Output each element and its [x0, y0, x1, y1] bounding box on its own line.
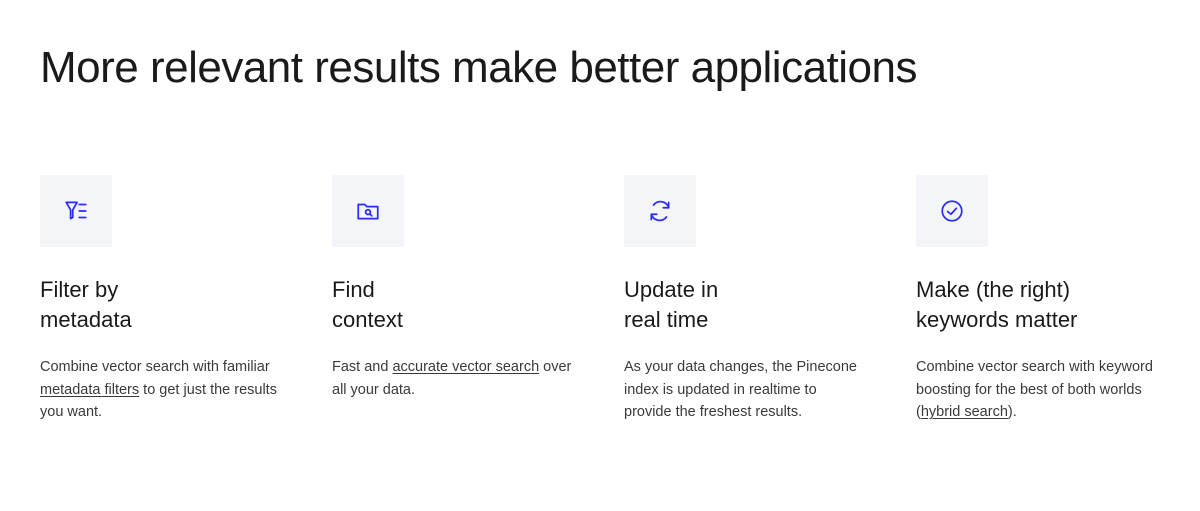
feature-find-context: Find context Fast and accurate vector se… [332, 175, 576, 424]
feature-description: Combine vector search with keyword boost… [916, 356, 1160, 423]
feature-title: Make (the right) keywords matter [916, 275, 1160, 334]
inline-link[interactable]: accurate vector search [392, 359, 539, 375]
feature-keywords-matter: Make (the right) keywords matter Combine… [916, 175, 1160, 424]
section-heading: More relevant results make better applic… [40, 40, 1160, 95]
feature-description: As your data changes, the Pinecone index… [624, 356, 868, 423]
feature-title: Find context [332, 275, 576, 334]
feature-filter-metadata: Filter by metadata Combine vector search… [40, 175, 284, 424]
inline-link[interactable]: hybrid search [921, 404, 1008, 420]
feature-update-realtime: Update in real time As your data changes… [624, 175, 868, 424]
feature-description: Combine vector search with familiar meta… [40, 356, 284, 423]
feature-title: Update in real time [624, 275, 868, 334]
filter-icon [40, 175, 112, 247]
features-row: Filter by metadata Combine vector search… [40, 175, 1160, 424]
feature-description: Fast and accurate vector search over all… [332, 356, 576, 401]
inline-link[interactable]: metadata filters [40, 382, 139, 398]
refresh-icon [624, 175, 696, 247]
folder-search-icon [332, 175, 404, 247]
feature-title: Filter by metadata [40, 275, 284, 334]
check-circle-icon [916, 175, 988, 247]
